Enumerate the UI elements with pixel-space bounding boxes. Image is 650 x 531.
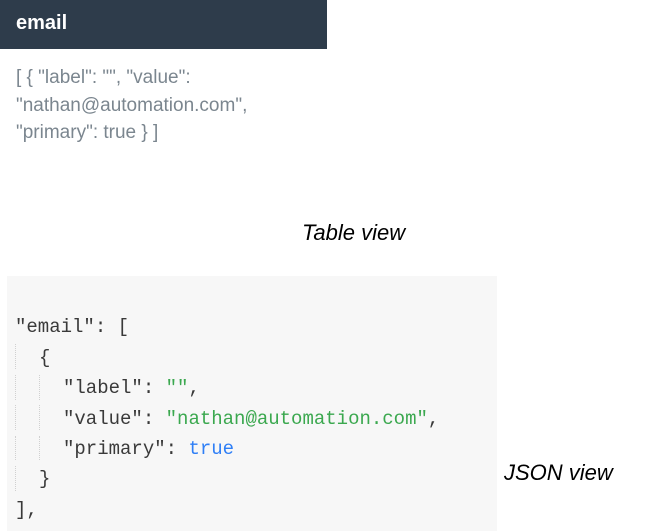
json-indent-guide (39, 375, 63, 400)
json-indent-guide (39, 436, 63, 461)
json-colon: : (143, 377, 166, 399)
json-comma: , (428, 408, 439, 430)
json-colon: : (166, 438, 189, 460)
json-key-label: "label" (63, 377, 143, 399)
table-cell-value: [ { "label": "", "value": "nathan@automa… (16, 67, 247, 143)
table-header-label: email (16, 12, 67, 34)
json-key-email: "email" (15, 316, 95, 338)
table-cell-email: [ { "label": "", "value": "nathan@automa… (0, 50, 328, 157)
json-brace-open: { (39, 347, 50, 369)
json-indent-guide (15, 405, 39, 430)
json-val-primary: true (188, 438, 234, 460)
json-key-value: "value" (63, 408, 143, 430)
json-bracket-close: ], (15, 499, 38, 521)
json-indent-guide (15, 344, 39, 369)
json-colon: : (143, 408, 166, 430)
json-val-value: "nathan@automation.com" (166, 408, 428, 430)
json-brace-close: } (39, 468, 50, 490)
json-key-primary: "primary" (63, 438, 166, 460)
json-indent-guide (39, 405, 63, 430)
table-header-email: email (0, 0, 328, 50)
caption-table-view: Table view (302, 220, 405, 246)
json-indent-guide (15, 436, 39, 461)
caption-json-view: JSON view (504, 460, 613, 486)
json-punct: : [ (95, 316, 129, 338)
json-indent-guide (15, 466, 39, 491)
json-code-block: "email": [ { "label": "", "value": "nath… (7, 276, 497, 531)
json-val-label: "" (166, 377, 189, 399)
json-indent-guide (15, 375, 39, 400)
json-comma: , (188, 377, 199, 399)
